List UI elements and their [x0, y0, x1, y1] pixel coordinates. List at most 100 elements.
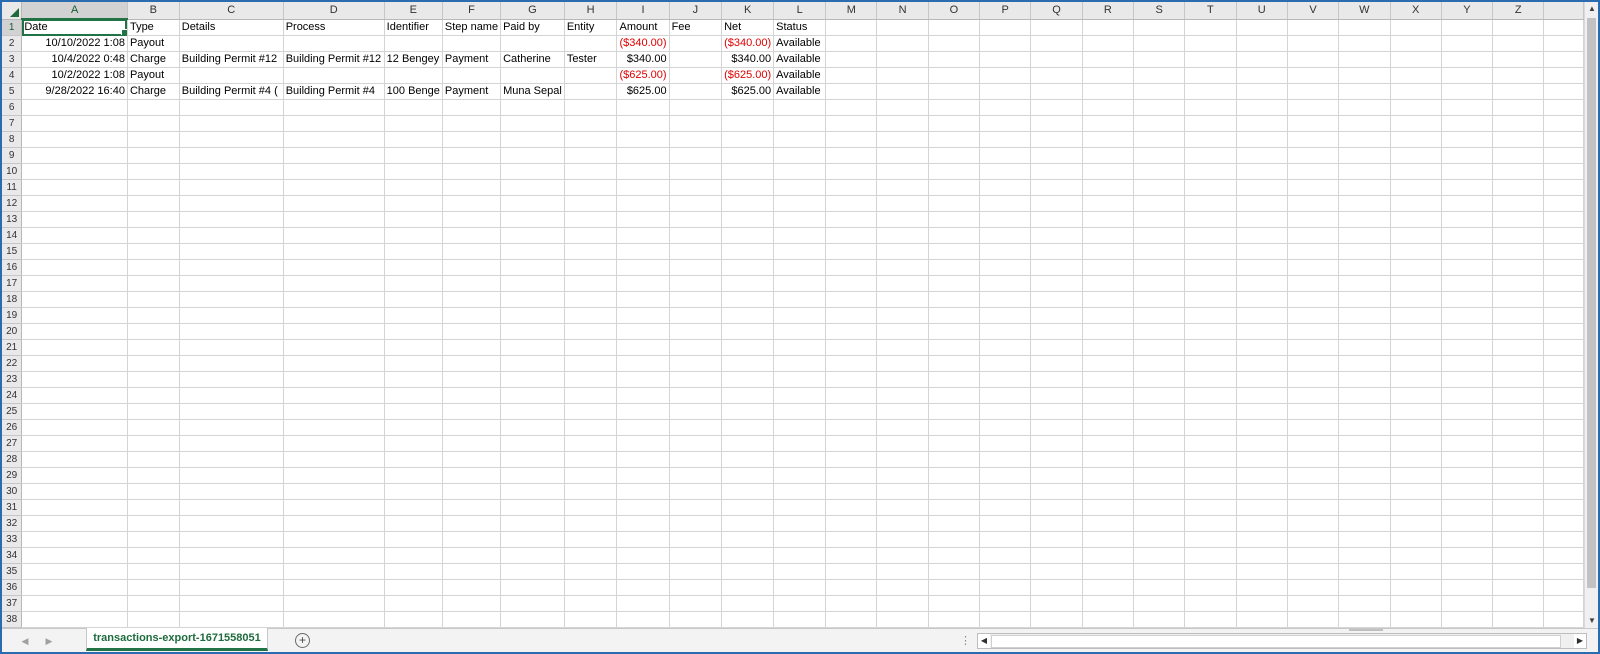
cell-t37[interactable] [1184, 595, 1237, 612]
cell-k13[interactable] [721, 211, 775, 228]
cell-i32[interactable] [616, 515, 670, 532]
cell-a12[interactable] [21, 195, 128, 212]
cell-n38[interactable] [876, 611, 929, 628]
cell-f22[interactable] [442, 355, 502, 372]
cell-t6[interactable] [1184, 99, 1237, 116]
cell-o22[interactable] [928, 355, 981, 372]
cell-f34[interactable] [442, 547, 502, 564]
cell-y22[interactable] [1441, 355, 1494, 372]
cell-p35[interactable] [979, 563, 1032, 580]
cell-l32[interactable] [773, 515, 827, 532]
cell-e24[interactable] [384, 387, 443, 404]
cell-z8[interactable] [1492, 131, 1545, 148]
cell-o21[interactable] [928, 339, 981, 356]
cell-l11[interactable] [773, 179, 827, 196]
cell-o27[interactable] [928, 435, 981, 452]
cell-l26[interactable] [773, 419, 827, 436]
cell-q31[interactable] [1030, 499, 1083, 516]
column-header-q[interactable]: Q [1030, 2, 1083, 20]
cell-k21[interactable] [721, 339, 775, 356]
row-header[interactable]: 23 [2, 371, 23, 388]
column-header-b[interactable]: B [127, 2, 180, 20]
cell-z34[interactable] [1492, 547, 1545, 564]
cell-x22[interactable] [1390, 355, 1442, 372]
cell-s15[interactable] [1133, 243, 1186, 260]
cell-q36[interactable] [1030, 579, 1083, 596]
cell-e14[interactable] [384, 227, 443, 244]
cell-e16[interactable] [384, 259, 443, 276]
cell-o35[interactable] [928, 563, 981, 580]
cell-v29[interactable] [1287, 467, 1340, 484]
cell-f5[interactable]: Payment [442, 83, 502, 100]
cell-q6[interactable] [1030, 99, 1083, 116]
cell-x30[interactable] [1390, 483, 1442, 500]
cell-m11[interactable] [825, 179, 878, 196]
cell-i2[interactable]: ($340.00) [616, 35, 670, 52]
cell-p6[interactable] [979, 99, 1032, 116]
cell-q17[interactable] [1030, 275, 1083, 292]
cell-o7[interactable] [928, 115, 981, 132]
cell-r27[interactable] [1082, 435, 1134, 452]
cell-w30[interactable] [1338, 483, 1391, 500]
cell-f26[interactable] [442, 419, 502, 436]
cell-b32[interactable] [127, 515, 180, 532]
cell-v33[interactable] [1287, 531, 1340, 548]
cell-p16[interactable] [979, 259, 1032, 276]
cell-l6[interactable] [773, 99, 827, 116]
cell-w23[interactable] [1338, 371, 1391, 388]
cell-j12[interactable] [669, 195, 723, 212]
cell-e5[interactable]: 100 Benge [384, 83, 443, 100]
cell-p8[interactable] [979, 131, 1032, 148]
cell-j10[interactable] [669, 163, 723, 180]
cell-p15[interactable] [979, 243, 1032, 260]
cell-v28[interactable] [1287, 451, 1340, 468]
cell-b20[interactable] [127, 323, 180, 340]
cell-z26[interactable] [1492, 419, 1545, 436]
cell-o9[interactable] [928, 147, 981, 164]
cell-k32[interactable] [721, 515, 775, 532]
row-header[interactable]: 26 [2, 419, 23, 436]
row-header[interactable]: 28 [2, 451, 23, 468]
cell-x12[interactable] [1390, 195, 1442, 212]
cell-o16[interactable] [928, 259, 981, 276]
cell-h8[interactable] [564, 131, 618, 148]
cell-e17[interactable] [384, 275, 443, 292]
cell-s18[interactable] [1133, 291, 1186, 308]
cell-m6[interactable] [825, 99, 878, 116]
select-all-corner[interactable] [2, 2, 23, 20]
cell-j32[interactable] [669, 515, 723, 532]
cell-z30[interactable] [1492, 483, 1545, 500]
cell-a1[interactable]: Date [21, 19, 128, 36]
cell-x34[interactable] [1390, 547, 1442, 564]
cell-n31[interactable] [876, 499, 929, 516]
cell-t7[interactable] [1184, 115, 1237, 132]
cell-b38[interactable] [127, 611, 180, 628]
cell-h4[interactable] [564, 67, 618, 84]
cell-r7[interactable] [1082, 115, 1134, 132]
cell-l22[interactable] [773, 355, 827, 372]
cell-c8[interactable] [179, 131, 284, 148]
cell-s36[interactable] [1133, 579, 1186, 596]
cell-w22[interactable] [1338, 355, 1391, 372]
cell-v38[interactable] [1287, 611, 1340, 628]
row-header[interactable]: 17 [2, 275, 23, 292]
cell-r35[interactable] [1082, 563, 1134, 580]
cell-f23[interactable] [442, 371, 502, 388]
cell-b15[interactable] [127, 243, 180, 260]
cell-e7[interactable] [384, 115, 443, 132]
cell-i7[interactable] [616, 115, 670, 132]
cell-s4[interactable] [1133, 67, 1186, 84]
row-header[interactable]: 4 [2, 67, 23, 84]
cell-y7[interactable] [1441, 115, 1494, 132]
cell-l21[interactable] [773, 339, 827, 356]
cell-a14[interactable] [21, 227, 128, 244]
cell-c31[interactable] [179, 499, 284, 516]
cell-u16[interactable] [1236, 259, 1288, 276]
cell-x8[interactable] [1390, 131, 1442, 148]
column-header-z[interactable]: Z [1492, 2, 1545, 20]
cell-j23[interactable] [669, 371, 723, 388]
cell-k12[interactable] [721, 195, 775, 212]
cell-b36[interactable] [127, 579, 180, 596]
cell-f18[interactable] [442, 291, 502, 308]
cell-v2[interactable] [1287, 35, 1340, 52]
